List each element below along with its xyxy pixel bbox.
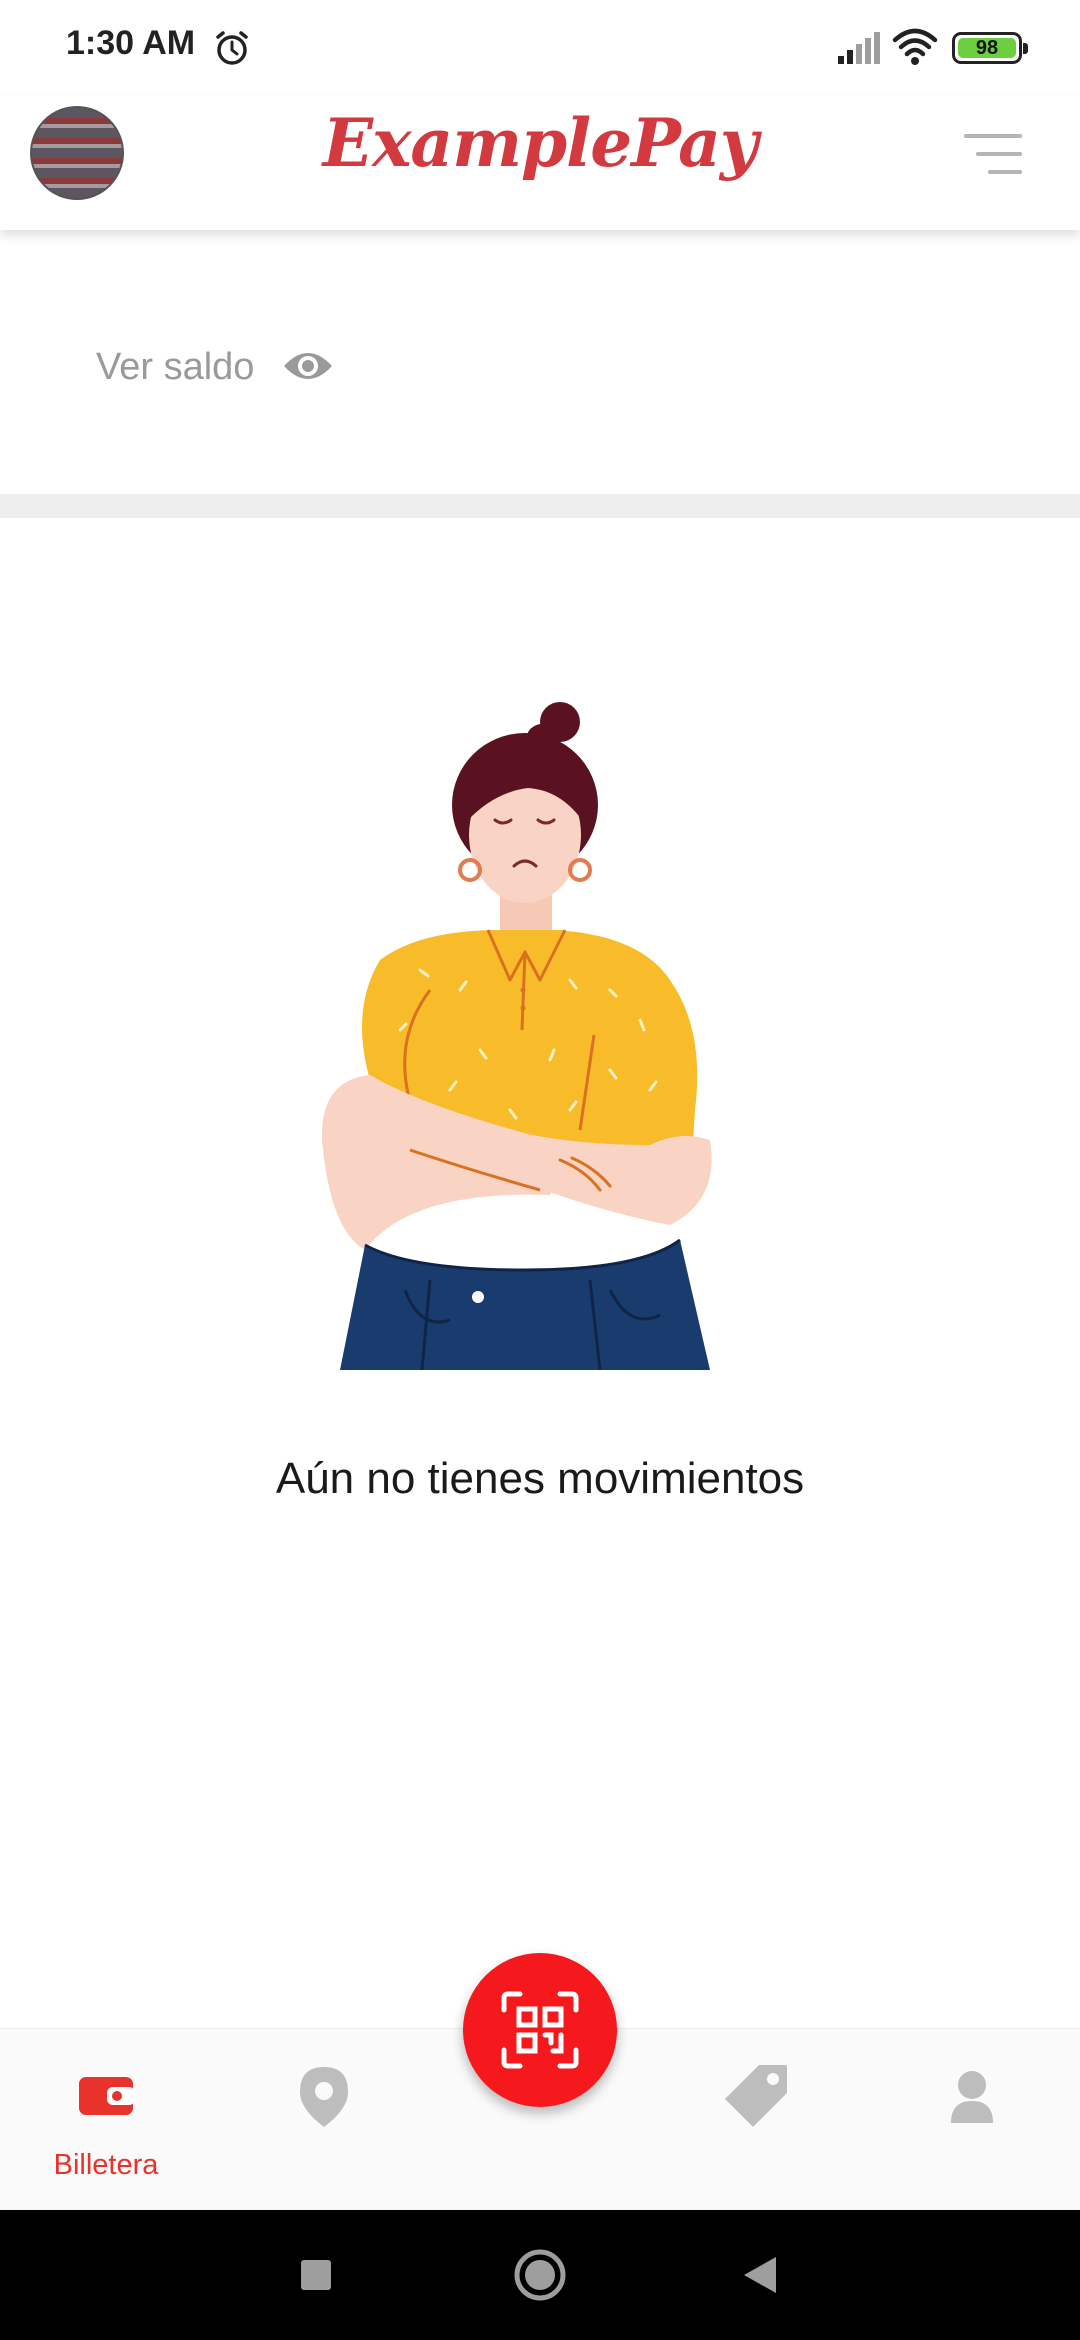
wifi-icon [892, 28, 938, 65]
balance-label[interactable]: Ver saldo [96, 346, 254, 389]
home-button[interactable] [480, 2210, 600, 2340]
back-button[interactable] [700, 2210, 820, 2340]
section-divider [0, 494, 1080, 518]
battery-tip [1023, 43, 1028, 54]
status-bar: 1:30 AM 98 [0, 0, 1080, 96]
app-header: ExamplePay [0, 96, 1080, 230]
user-icon [951, 2071, 993, 2123]
square-icon [301, 2260, 331, 2290]
woman-arms-crossed-illustration [321, 702, 712, 1370]
triangle-back-icon [744, 2257, 776, 2293]
battery-icon: 98 [952, 32, 1028, 64]
qr-scan-icon [501, 1991, 579, 2069]
recents-button[interactable] [256, 2210, 376, 2340]
qr-scan-button[interactable] [463, 1953, 617, 2107]
nav-label-billetera: Billetera [53, 2149, 159, 2181]
nav-item-promotions[interactable] [666, 2029, 846, 2211]
tag-icon [725, 2065, 787, 2127]
battery-level: 98 [958, 37, 1016, 59]
eye-icon[interactable] [282, 346, 334, 386]
location-pin-icon [300, 2067, 348, 2127]
brand-logo: ExamplePay [322, 104, 758, 182]
status-time: 1:30 AM [66, 24, 196, 62]
nav-item-location[interactable] [234, 2029, 414, 2211]
wallet-icon [79, 2077, 135, 2115]
empty-state-message: Aún no tienes movimientos [275, 1454, 805, 1503]
alarm-icon [216, 31, 248, 65]
circle-icon [514, 2249, 566, 2301]
nav-item-profile[interactable] [882, 2029, 1062, 2211]
balance-section: Ver saldo [0, 230, 1080, 494]
nav-item-billetera[interactable]: Billetera [16, 2029, 196, 2211]
menu-icon[interactable] [962, 132, 1022, 176]
system-nav-bar [0, 2210, 1080, 2340]
signal-icon [838, 32, 880, 64]
